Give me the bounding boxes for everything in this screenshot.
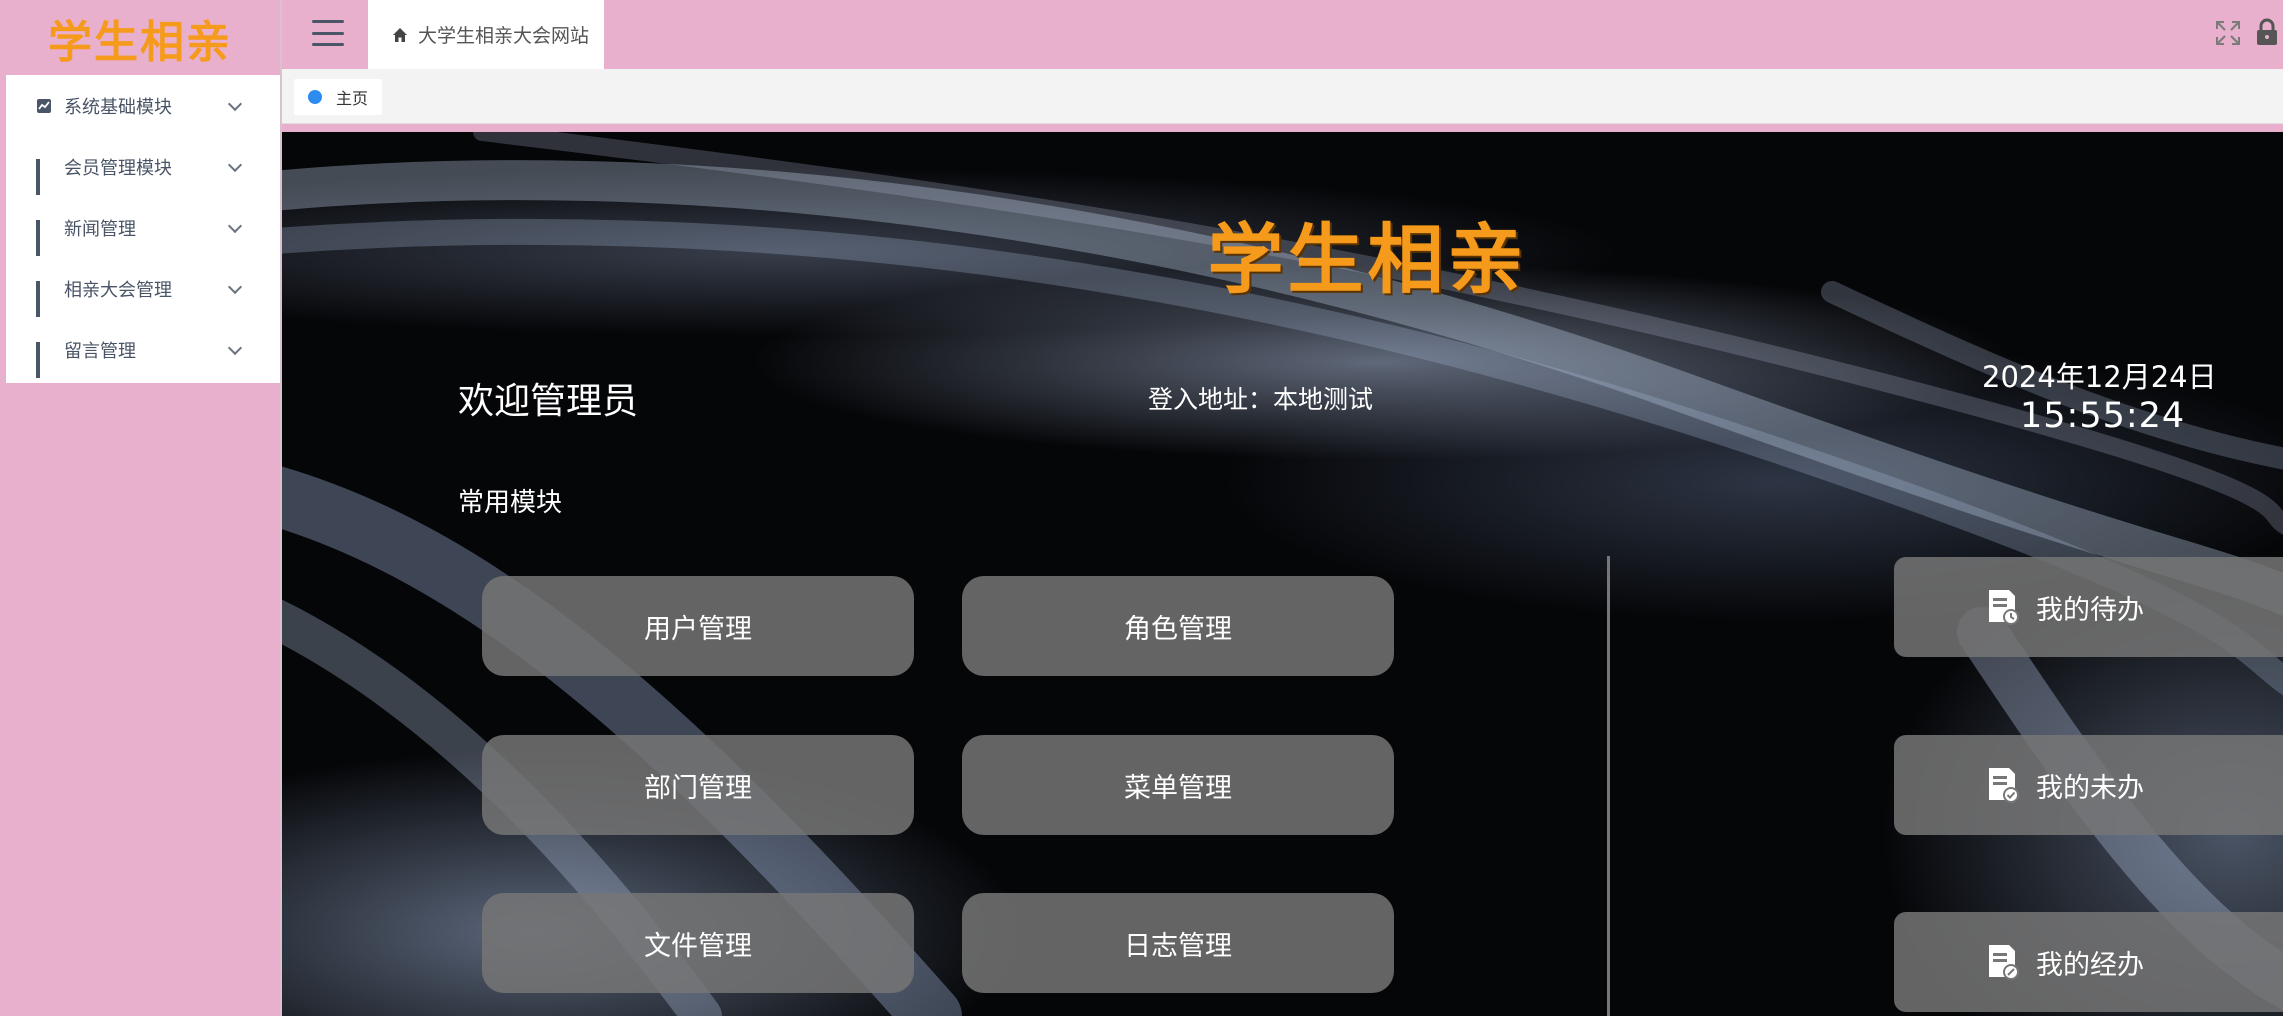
section-title: 常用模块 [458, 488, 563, 518]
lock-icon[interactable] [2255, 18, 2279, 46]
document-clock-icon [1989, 590, 2019, 625]
site-title: 学生相亲 [1207, 215, 1528, 304]
chevron-down-icon [227, 218, 243, 233]
sidebar: 学生相亲 系统基础模块 会员管理模块 新闻管理 相亲大会管理 留言管理 [0, 0, 280, 1016]
fullscreen-icon[interactable] [2215, 20, 2241, 46]
task-label: 我的未办 [2036, 772, 2144, 804]
task-label: 我的经办 [2036, 949, 2144, 981]
sidebar-item-label: 留言管理 [64, 340, 136, 362]
sidebar-item-label: 相亲大会管理 [64, 279, 172, 301]
tags-bar: 主页 [282, 69, 2283, 124]
welcome-text: 欢迎管理员 [458, 381, 639, 422]
sidebar-item-label: 系统基础模块 [64, 96, 172, 118]
tag-label: 主页 [336, 89, 369, 108]
app-logo: 学生相亲 [48, 16, 232, 68]
menu-management-button[interactable]: 菜单管理 [962, 735, 1394, 835]
sidebar-menu: 系统基础模块 会员管理模块 新闻管理 相亲大会管理 留言管理 [6, 75, 280, 383]
my-handled-button[interactable]: 我的经办 [1894, 912, 2283, 1012]
user-management-button[interactable]: 用户管理 [482, 576, 914, 676]
task-label: 我的待办 [2036, 594, 2144, 626]
current-time: 15:55:24 [2020, 396, 2186, 436]
home-icon [393, 27, 407, 42]
department-management-button[interactable]: 部门管理 [482, 735, 914, 835]
tag-home[interactable]: 主页 [294, 79, 383, 115]
dashboard: 学生相亲 欢迎管理员 登入地址：本地测试 2024年12月24日 15:55:2… [282, 132, 2283, 1016]
tab-label: 大学生相亲大会网站 [418, 25, 590, 47]
chevron-down-icon [227, 340, 243, 355]
sidebar-item-messages[interactable]: 留言管理 [6, 319, 280, 380]
divider-line [1607, 556, 1610, 1016]
grid-icon [36, 158, 52, 195]
grid-icon [36, 280, 52, 317]
grid-icon [36, 341, 52, 378]
current-date: 2024年12月24日 [1982, 360, 2217, 394]
login-address: 登入地址：本地测试 [1148, 385, 1374, 414]
menu-toggle-icon[interactable] [312, 20, 344, 46]
document-check-icon [1989, 768, 2019, 803]
role-management-button[interactable]: 角色管理 [962, 576, 1394, 676]
chevron-down-icon [227, 157, 243, 172]
sidebar-item-news[interactable]: 新闻管理 [6, 197, 280, 258]
sidebar-item-label: 新闻管理 [64, 218, 136, 240]
tab-site[interactable]: 大学生相亲大会网站 [368, 0, 604, 69]
my-todo-button[interactable]: 我的待办 [1894, 557, 2283, 657]
document-edit-icon [1989, 945, 2019, 980]
sidebar-item-members[interactable]: 会员管理模块 [6, 136, 280, 197]
active-dot-icon [308, 90, 322, 104]
log-management-button[interactable]: 日志管理 [962, 893, 1394, 993]
chart-check-icon [37, 98, 51, 113]
sidebar-item-label: 会员管理模块 [64, 157, 172, 179]
sidebar-item-system-base[interactable]: 系统基础模块 [6, 75, 280, 136]
grid-icon [36, 219, 52, 256]
sidebar-item-matchmaking[interactable]: 相亲大会管理 [6, 258, 280, 319]
top-header: 大学生相亲大会网站 [282, 0, 2283, 69]
file-management-button[interactable]: 文件管理 [482, 893, 914, 993]
chevron-down-icon [227, 96, 243, 111]
my-undone-button[interactable]: 我的未办 [1894, 735, 2283, 835]
chevron-down-icon [227, 279, 243, 294]
